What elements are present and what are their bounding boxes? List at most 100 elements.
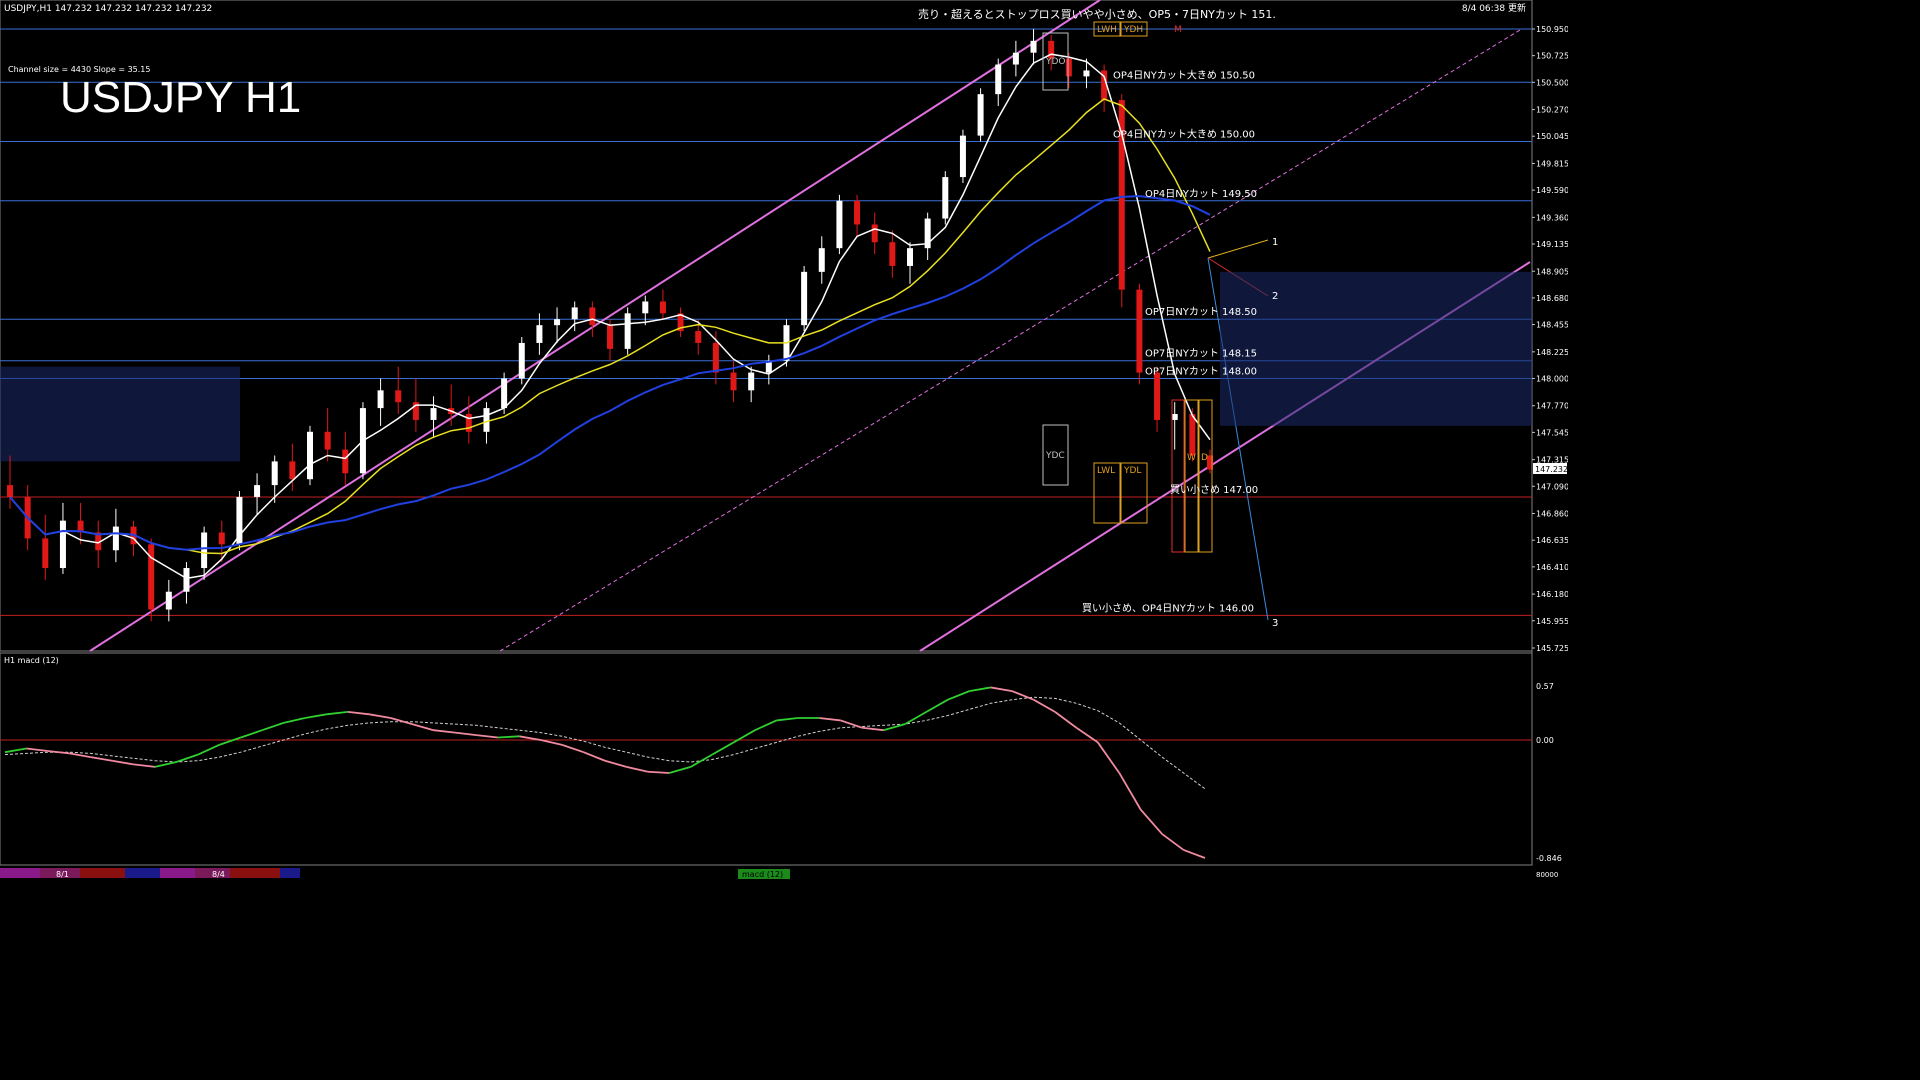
fan-label-3: 3 [1272,618,1278,629]
candle-body[interactable] [289,461,296,480]
ydl-label: YDL [1123,466,1141,476]
big-title: USDJPY H1 [60,73,301,122]
candle-body[interactable] [959,135,966,178]
macd-axis-top: 0.57 [1536,682,1554,691]
candle-body[interactable] [1065,58,1072,77]
price-tick-label: 148.225 [1536,348,1568,357]
candle-body[interactable] [395,390,402,403]
candle-body[interactable] [995,64,1002,95]
price-tick-label: 150.725 [1536,52,1568,61]
candle-body[interactable] [1136,289,1143,373]
candle-body[interactable] [942,177,949,219]
option-label: 買い小さめ、OP4日NYカット 146.00 [1082,602,1254,614]
candle-body[interactable] [501,378,508,409]
macd-line-segment [497,735,520,739]
time-axis-right-value: 80000 [1536,871,1558,879]
price-axis: 150.950 150.725 150.500 150.270 150.045 149.8… [1532,25,1568,653]
candle-body[interactable] [42,538,49,569]
price-tick-label: 148.455 [1536,321,1568,330]
notice-text: 売り・超えるとストップロス買いやや小さめ、OP5・7日NYカット 151. [918,7,1276,21]
session-block [125,868,160,878]
candle-body[interactable] [7,485,13,497]
datetime-label: 8/4 06:38 更新 [1462,2,1526,14]
scroll-label: macd (12) [742,870,783,879]
candle-body[interactable] [1083,70,1090,77]
price-tick-label: 149.360 [1536,213,1568,222]
candle-body[interactable] [148,544,155,610]
candle-body[interactable] [571,307,578,320]
option-label: OP4日NYカット大きめ 150.50 [1113,68,1255,81]
price-tick-label: 147.770 [1536,402,1568,411]
candle-body[interactable] [1012,52,1019,65]
candle-body[interactable] [818,248,825,272]
price-tick-label: 150.950 [1536,25,1568,34]
candle-body[interactable] [271,461,278,486]
candle-body[interactable] [465,414,472,432]
candle-body[interactable] [218,532,225,545]
option-label: OP7日NYカット 148.15 [1145,348,1257,360]
price-tick-label: 150.045 [1536,132,1568,141]
price-tick-label: 146.635 [1536,536,1568,545]
candle-body[interactable] [112,526,119,551]
candle-body[interactable] [307,431,313,480]
candle-body[interactable] [836,200,843,249]
option-label: OP4日NYカット大きめ 150.00 [1113,128,1255,141]
candle-body[interactable] [536,325,543,343]
candle-body[interactable] [977,94,984,136]
time-label-8-4: 8/4 [212,870,225,879]
time-label-8-1: 8/1 [56,870,69,879]
current-price-label: 147.232 [1535,465,1568,474]
candle-body[interactable] [324,431,331,450]
candle-body[interactable] [607,325,613,349]
macd-panel[interactable] [0,652,1533,866]
symbol-line: USDJPY,H1 147.232 147.232 147.232 147.23… [4,4,212,14]
option-label: OP7日NYカット 148.50 [1145,306,1257,318]
session-block [80,868,125,878]
candle-body[interactable] [712,342,719,373]
candle-body[interactable] [165,591,172,610]
candle-body[interactable] [342,449,349,474]
candle-body[interactable] [854,200,861,225]
price-tick-label: 146.180 [1536,590,1568,599]
candle-body[interactable] [1171,414,1178,420]
price-tick-label: 149.135 [1536,240,1568,249]
candle-body[interactable] [801,271,808,326]
candle-body[interactable] [589,307,596,326]
macd-label: H1 macd (12) [4,656,59,665]
ydo-label: YDO [1045,57,1066,67]
candle-body[interactable] [659,301,666,314]
w-label: W [1187,453,1196,463]
candle-body[interactable] [1030,40,1037,53]
candle-body[interactable] [201,532,208,569]
candle-body[interactable] [183,568,190,592]
candle-body[interactable] [889,242,896,266]
m-label: M [1174,25,1182,35]
price-tick-label: 147.090 [1536,482,1568,491]
candle-body[interactable] [1154,372,1161,420]
candle-body[interactable] [377,390,384,409]
candle-body[interactable] [624,313,631,349]
candle-body[interactable] [748,372,755,391]
candle-body[interactable] [1189,414,1196,456]
session-block [230,868,280,878]
candle-body[interactable] [871,224,878,243]
price-tick-label: 146.860 [1536,510,1568,519]
ydc-label: YDC [1045,451,1065,461]
candle-body[interactable] [695,331,702,343]
price-tick-label: 150.270 [1536,106,1568,115]
candle-body[interactable] [483,408,490,432]
candle-body[interactable] [642,301,649,314]
trading-chart[interactable]: YDO YDC LWH YDH M LWL YDL W D OP4日NYカット大… [0,0,1568,882]
candle-body[interactable] [59,520,66,569]
candle-body[interactable] [730,372,737,391]
candle-body[interactable] [554,319,561,326]
candle-body[interactable] [254,485,261,497]
price-tick-label: 145.955 [1536,617,1568,626]
price-tick-label: 145.725 [1536,644,1568,653]
fan-label-1: 1 [1272,237,1278,248]
session-block [0,868,40,878]
candle-body[interactable] [430,408,437,420]
option-label: 買い小さめ 147.00 [1170,484,1258,496]
candle-body[interactable] [518,342,525,379]
candle-body[interactable] [907,248,913,266]
